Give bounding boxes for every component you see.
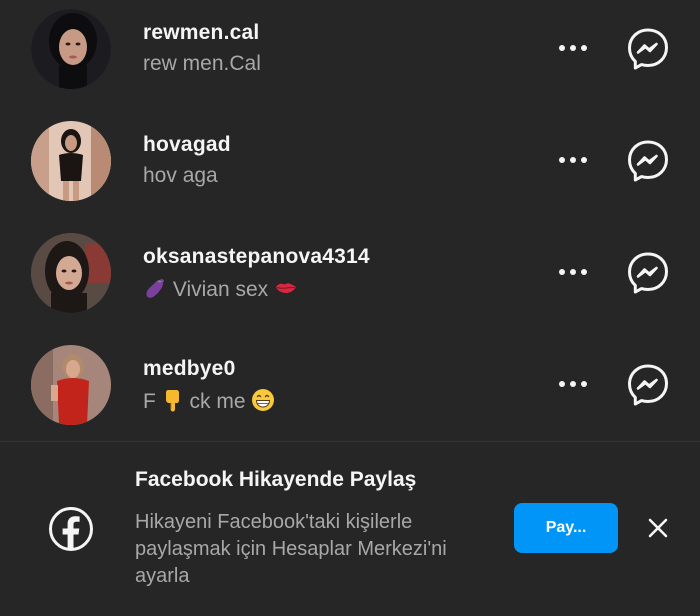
full-name: hov aga	[143, 164, 218, 187]
list-item[interactable]: oksanastepanova4314 Vivian sex	[0, 224, 700, 336]
kiss-mark-emoji-icon	[276, 283, 297, 293]
eggplant-emoji-icon	[146, 279, 164, 298]
list-item[interactable]: medbye0 F ck me	[0, 336, 700, 448]
more-horizontal-icon[interactable]	[556, 38, 590, 58]
facebook-icon	[48, 506, 94, 552]
pointing-down-emoji-icon	[165, 390, 179, 412]
messenger-icon[interactable]	[626, 139, 670, 183]
avatar[interactable]	[31, 233, 111, 313]
full-name-text: Vivian sex	[172, 278, 269, 301]
facebook-share-description: Hikayeni Facebook'taki kişilerle paylaşm…	[135, 511, 447, 587]
full-name-text: ck me	[189, 390, 246, 413]
messenger-icon[interactable]	[626, 363, 670, 407]
username[interactable]: rewmen.cal	[143, 21, 259, 45]
messenger-icon[interactable]	[626, 27, 670, 71]
followers-screen: rewmen.cal rew men.Cal hovagad hov aga o…	[0, 0, 700, 616]
username[interactable]: hovagad	[143, 133, 231, 157]
facebook-share-title: Facebook Hikayende Paylaş	[135, 468, 417, 491]
list-item[interactable]: hovagad hov aga	[0, 112, 700, 224]
share-button[interactable]: Pay...	[514, 503, 618, 553]
avatar[interactable]	[31, 9, 111, 89]
close-icon[interactable]	[646, 516, 670, 540]
username[interactable]: oksanastepanova4314	[143, 245, 370, 269]
full-name: F ck me	[143, 388, 275, 414]
avatar[interactable]	[31, 121, 111, 201]
username[interactable]: medbye0	[143, 357, 235, 381]
more-horizontal-icon[interactable]	[556, 150, 590, 170]
full-name: rew men.Cal	[143, 52, 261, 75]
list-item[interactable]: rewmen.cal rew men.Cal	[0, 0, 700, 112]
facebook-share-panel: Facebook Hikayende Paylaş Hikayeni Faceb…	[0, 442, 700, 616]
messenger-icon[interactable]	[626, 251, 670, 295]
full-name: Vivian sex	[143, 276, 298, 302]
avatar[interactable]	[31, 345, 111, 425]
more-horizontal-icon[interactable]	[556, 374, 590, 394]
full-name-text: F	[143, 390, 156, 413]
more-horizontal-icon[interactable]	[556, 262, 590, 282]
grinning-face-emoji-icon	[252, 389, 275, 411]
